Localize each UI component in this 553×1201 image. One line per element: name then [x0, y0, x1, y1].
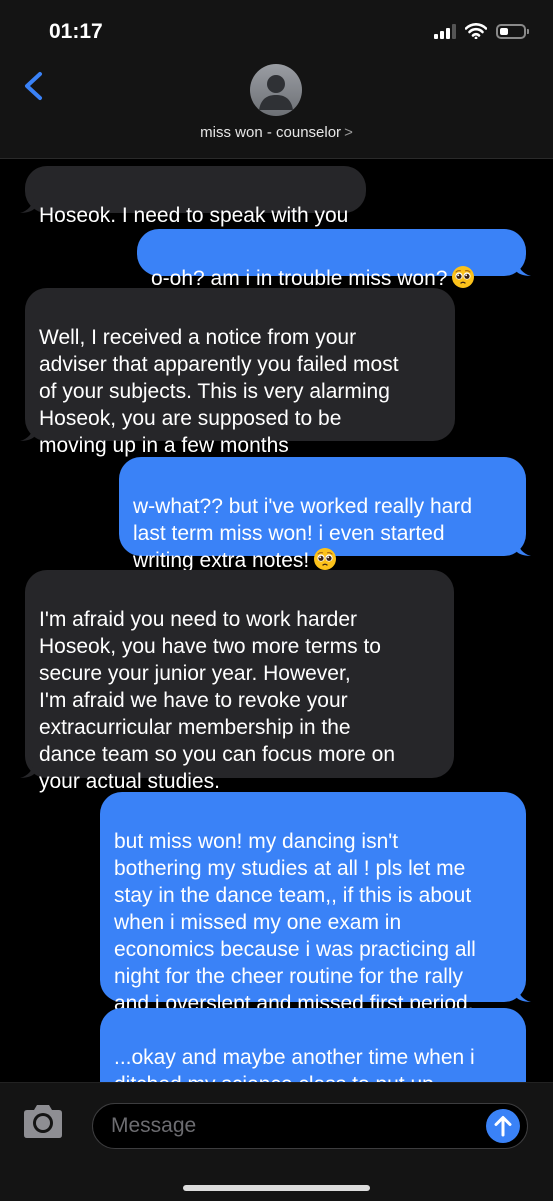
- message-text: Well, I received a notice from your advi…: [39, 326, 399, 457]
- bubble-tail: [517, 986, 531, 1002]
- message-bubble-received[interactable]: Hoseok. I need to speak with you: [20, 166, 366, 227]
- message-text: o-oh? am i in trouble miss won?: [151, 267, 448, 290]
- camera-icon: [24, 1105, 62, 1138]
- wifi-icon: [465, 23, 487, 39]
- contact-name: miss won - counselor: [200, 124, 342, 141]
- message-bubble-sent[interactable]: ...okay and maybe another time when i di…: [100, 1008, 526, 1082]
- message-bubble-received[interactable]: I'm afraid you need to work harder Hoseo…: [20, 570, 454, 793]
- bubble-tail: [20, 762, 34, 778]
- message-text: w-what?? but i've worked really hard las…: [133, 495, 473, 572]
- message-bubble-sent[interactable]: o-oh? am i in trouble miss won?: [137, 229, 531, 290]
- camera-button[interactable]: [20, 1103, 66, 1141]
- message-thread[interactable]: Hoseok. I need to speak with you o-oh? a…: [0, 158, 553, 1082]
- message-bubble-received[interactable]: Well, I received a notice from your advi…: [20, 288, 455, 457]
- message-text: I'm afraid you need to work harder Hoseo…: [39, 608, 396, 793]
- message-text: Hoseok. I need to speak with you: [39, 204, 349, 227]
- pleading-face-icon: [451, 265, 475, 296]
- send-button[interactable]: [486, 1109, 520, 1143]
- conversation-header: 01:17 miss won - counselor >: [0, 0, 553, 159]
- chevron-right-icon: >: [344, 124, 353, 141]
- bubble-tail: [517, 260, 531, 276]
- arrow-up-icon: [494, 1116, 512, 1137]
- bubble-tail: [20, 197, 34, 213]
- battery-icon: [496, 23, 529, 39]
- person-silhouette-icon: [259, 75, 293, 110]
- message-input[interactable]: [92, 1103, 528, 1149]
- bubble-tail: [20, 425, 34, 441]
- message-bubble-sent[interactable]: but miss won! my dancing isn't bothering…: [100, 792, 531, 1042]
- message-bubble-sent[interactable]: w-what?? but i've worked really hard las…: [119, 457, 531, 572]
- contact-name-button[interactable]: miss won - counselor >: [0, 124, 553, 141]
- contact-avatar[interactable]: [250, 64, 302, 116]
- message-text: ...okay and maybe another time when i di…: [114, 1046, 475, 1082]
- cellular-signal-icon: [434, 23, 456, 39]
- status-icons: [434, 21, 529, 41]
- home-indicator[interactable]: [183, 1185, 370, 1191]
- chevron-left-icon: [25, 72, 42, 100]
- battery-level: [500, 27, 508, 35]
- bubble-tail: [517, 540, 531, 556]
- back-button[interactable]: [16, 64, 56, 108]
- status-time: 01:17: [49, 20, 103, 43]
- message-composer: [0, 1082, 553, 1201]
